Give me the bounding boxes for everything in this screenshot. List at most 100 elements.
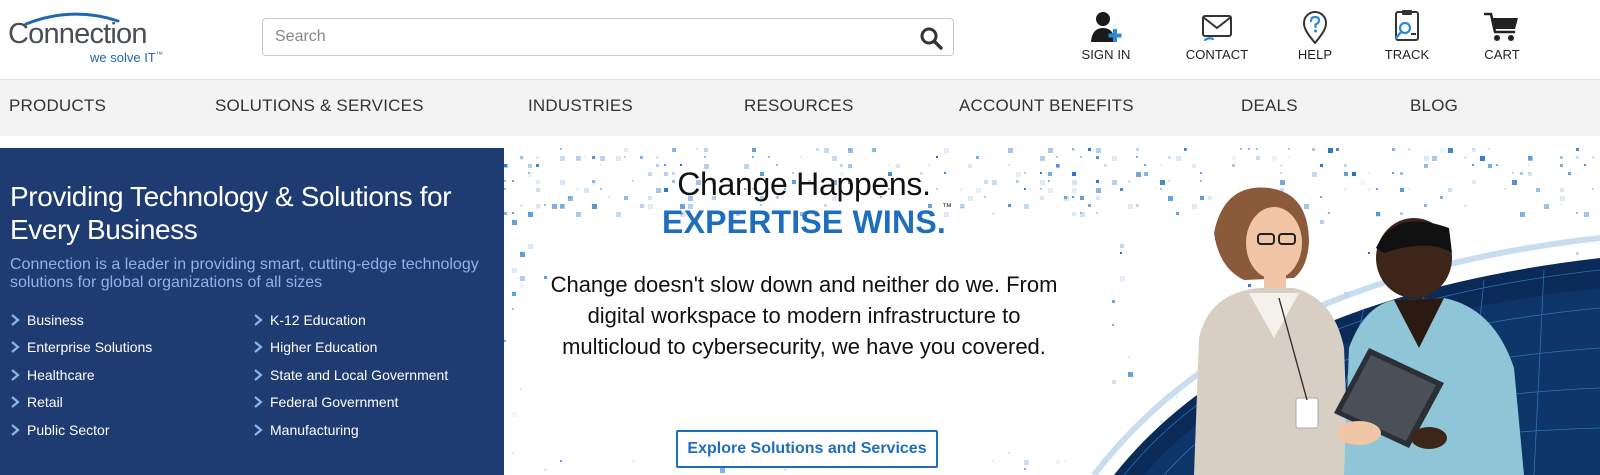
main-nav: PRODUCTS SOLUTIONS & SERVICES INDUSTRIES… bbox=[0, 80, 1600, 136]
industry-link[interactable]: Manufacturing bbox=[253, 416, 448, 444]
chevron-right-icon bbox=[11, 313, 20, 326]
pattern-dot bbox=[656, 156, 659, 159]
pattern-dot bbox=[504, 340, 506, 342]
industry-links-right: K-12 Education Higher Education State an… bbox=[253, 306, 448, 444]
pattern-dot bbox=[672, 148, 676, 152]
pattern-dot bbox=[520, 156, 524, 160]
pattern-dot bbox=[624, 156, 626, 158]
pattern-dot bbox=[592, 156, 595, 159]
nav-item-resources[interactable]: RESOURCES bbox=[744, 96, 854, 116]
industry-link[interactable]: Retail bbox=[10, 389, 152, 417]
pattern-dot bbox=[520, 252, 525, 257]
pattern-dot bbox=[544, 468, 547, 471]
pattern-dot bbox=[800, 156, 802, 158]
panel-description: Connection is a leader in providing smar… bbox=[10, 256, 479, 291]
industry-link[interactable]: Healthcare bbox=[10, 361, 152, 389]
pattern-dot bbox=[832, 156, 837, 161]
chevron-right-icon bbox=[11, 423, 20, 436]
pattern-dot bbox=[520, 276, 525, 281]
track-label: TRACK bbox=[1384, 47, 1430, 62]
pattern-dot bbox=[848, 148, 853, 153]
chevron-right-icon bbox=[254, 313, 263, 326]
pattern-dot bbox=[512, 308, 514, 310]
trademark-mark: ™ bbox=[942, 202, 952, 213]
chevron-right-icon bbox=[11, 396, 20, 409]
chevron-right-icon bbox=[254, 368, 263, 381]
pattern-dot bbox=[536, 156, 539, 159]
track-link[interactable]: TRACK bbox=[1362, 10, 1452, 70]
hero-headline: Change Happens. bbox=[677, 166, 931, 202]
pattern-dot bbox=[720, 468, 725, 473]
pattern-dot bbox=[512, 412, 517, 417]
industry-link[interactable]: K-12 Education bbox=[253, 306, 448, 334]
pattern-dot bbox=[632, 460, 635, 463]
contact-link[interactable]: CONTACT bbox=[1172, 10, 1262, 70]
pattern-dot bbox=[520, 284, 524, 288]
nav-item-account-benefits[interactable]: ACCOUNT BENEFITS bbox=[959, 96, 1134, 116]
pattern-dot bbox=[704, 156, 706, 158]
pattern-dot bbox=[520, 388, 522, 390]
pattern-dot bbox=[576, 156, 581, 161]
pattern-dot bbox=[512, 452, 514, 454]
help-link[interactable]: HELP bbox=[1270, 10, 1360, 70]
pattern-dot bbox=[624, 148, 628, 152]
contact-label: CONTACT bbox=[1185, 47, 1249, 62]
pattern-dot bbox=[616, 156, 621, 161]
pattern-dot bbox=[704, 148, 708, 152]
search-input[interactable] bbox=[275, 19, 895, 55]
industry-link[interactable]: Enterprise Solutions bbox=[10, 334, 152, 362]
pattern-dot bbox=[752, 156, 754, 158]
nav-item-blog[interactable]: BLOG bbox=[1410, 96, 1458, 116]
pattern-dot bbox=[600, 156, 605, 161]
industries-panel: Providing Technology & Solutions for Eve… bbox=[0, 148, 504, 475]
help-pin-icon bbox=[1302, 11, 1328, 44]
envelope-icon bbox=[1202, 15, 1232, 42]
explore-solutions-button[interactable]: Explore Solutions and Services bbox=[676, 430, 938, 468]
chevron-right-icon bbox=[11, 341, 20, 354]
chevron-right-icon bbox=[254, 396, 263, 409]
pattern-dot bbox=[528, 244, 533, 249]
logo-tagline: we solve IT™ bbox=[90, 50, 163, 65]
search-box bbox=[262, 18, 954, 56]
pattern-dot bbox=[768, 156, 770, 158]
industry-link[interactable]: Higher Education bbox=[253, 334, 448, 362]
pattern-dot bbox=[752, 148, 756, 152]
industry-link[interactable]: Federal Government bbox=[253, 389, 448, 417]
nav-item-deals[interactable]: DEALS bbox=[1241, 96, 1298, 116]
chevron-right-icon bbox=[11, 368, 20, 381]
site-header: Connection we solve IT™ SIGN IN CONTACT bbox=[0, 0, 1600, 80]
pattern-dot bbox=[816, 148, 819, 151]
pattern-dot bbox=[640, 156, 643, 159]
hero-subheadline: EXPERTISE WINS. bbox=[662, 204, 946, 240]
chevron-right-icon bbox=[254, 423, 263, 436]
nav-item-solutions-services[interactable]: SOLUTIONS & SERVICES bbox=[215, 96, 424, 116]
connection-logo[interactable]: Connection we solve IT™ bbox=[8, 10, 168, 68]
search-icon[interactable] bbox=[919, 26, 943, 50]
cart-link[interactable]: CART bbox=[1457, 10, 1547, 70]
pattern-dot bbox=[560, 148, 562, 150]
industry-link[interactable]: State and Local Government bbox=[253, 361, 448, 389]
pattern-dot bbox=[872, 148, 876, 152]
chevron-right-icon bbox=[254, 341, 263, 354]
pattern-dot bbox=[560, 460, 562, 462]
industry-link[interactable]: Business bbox=[10, 306, 152, 334]
pattern-dot bbox=[560, 156, 565, 161]
industry-links-left: Business Enterprise Solutions Healthcare… bbox=[10, 306, 152, 444]
pattern-dot bbox=[512, 292, 516, 296]
cart-icon bbox=[1484, 12, 1518, 41]
hero-body-text: Change doesn't slow down and neither do … bbox=[550, 272, 1058, 359]
sign-in-link[interactable]: SIGN IN bbox=[1061, 10, 1151, 70]
hero-banner: Change Happens. EXPERTISE WINS. ™ Change… bbox=[504, 148, 1600, 475]
pattern-dot bbox=[824, 148, 829, 153]
cart-label: CART bbox=[1484, 47, 1520, 62]
user-add-icon bbox=[1091, 12, 1122, 42]
pattern-dot bbox=[696, 148, 698, 150]
logo-wordmark: Connection bbox=[8, 18, 148, 50]
industry-link[interactable]: Public Sector bbox=[10, 416, 152, 444]
pattern-dot bbox=[512, 268, 517, 273]
track-icon bbox=[1394, 10, 1419, 41]
nav-item-industries[interactable]: INDUSTRIES bbox=[528, 96, 633, 116]
nav-item-products[interactable]: PRODUCTS bbox=[9, 96, 106, 116]
pattern-dot bbox=[784, 468, 787, 471]
pattern-dot bbox=[584, 156, 586, 158]
